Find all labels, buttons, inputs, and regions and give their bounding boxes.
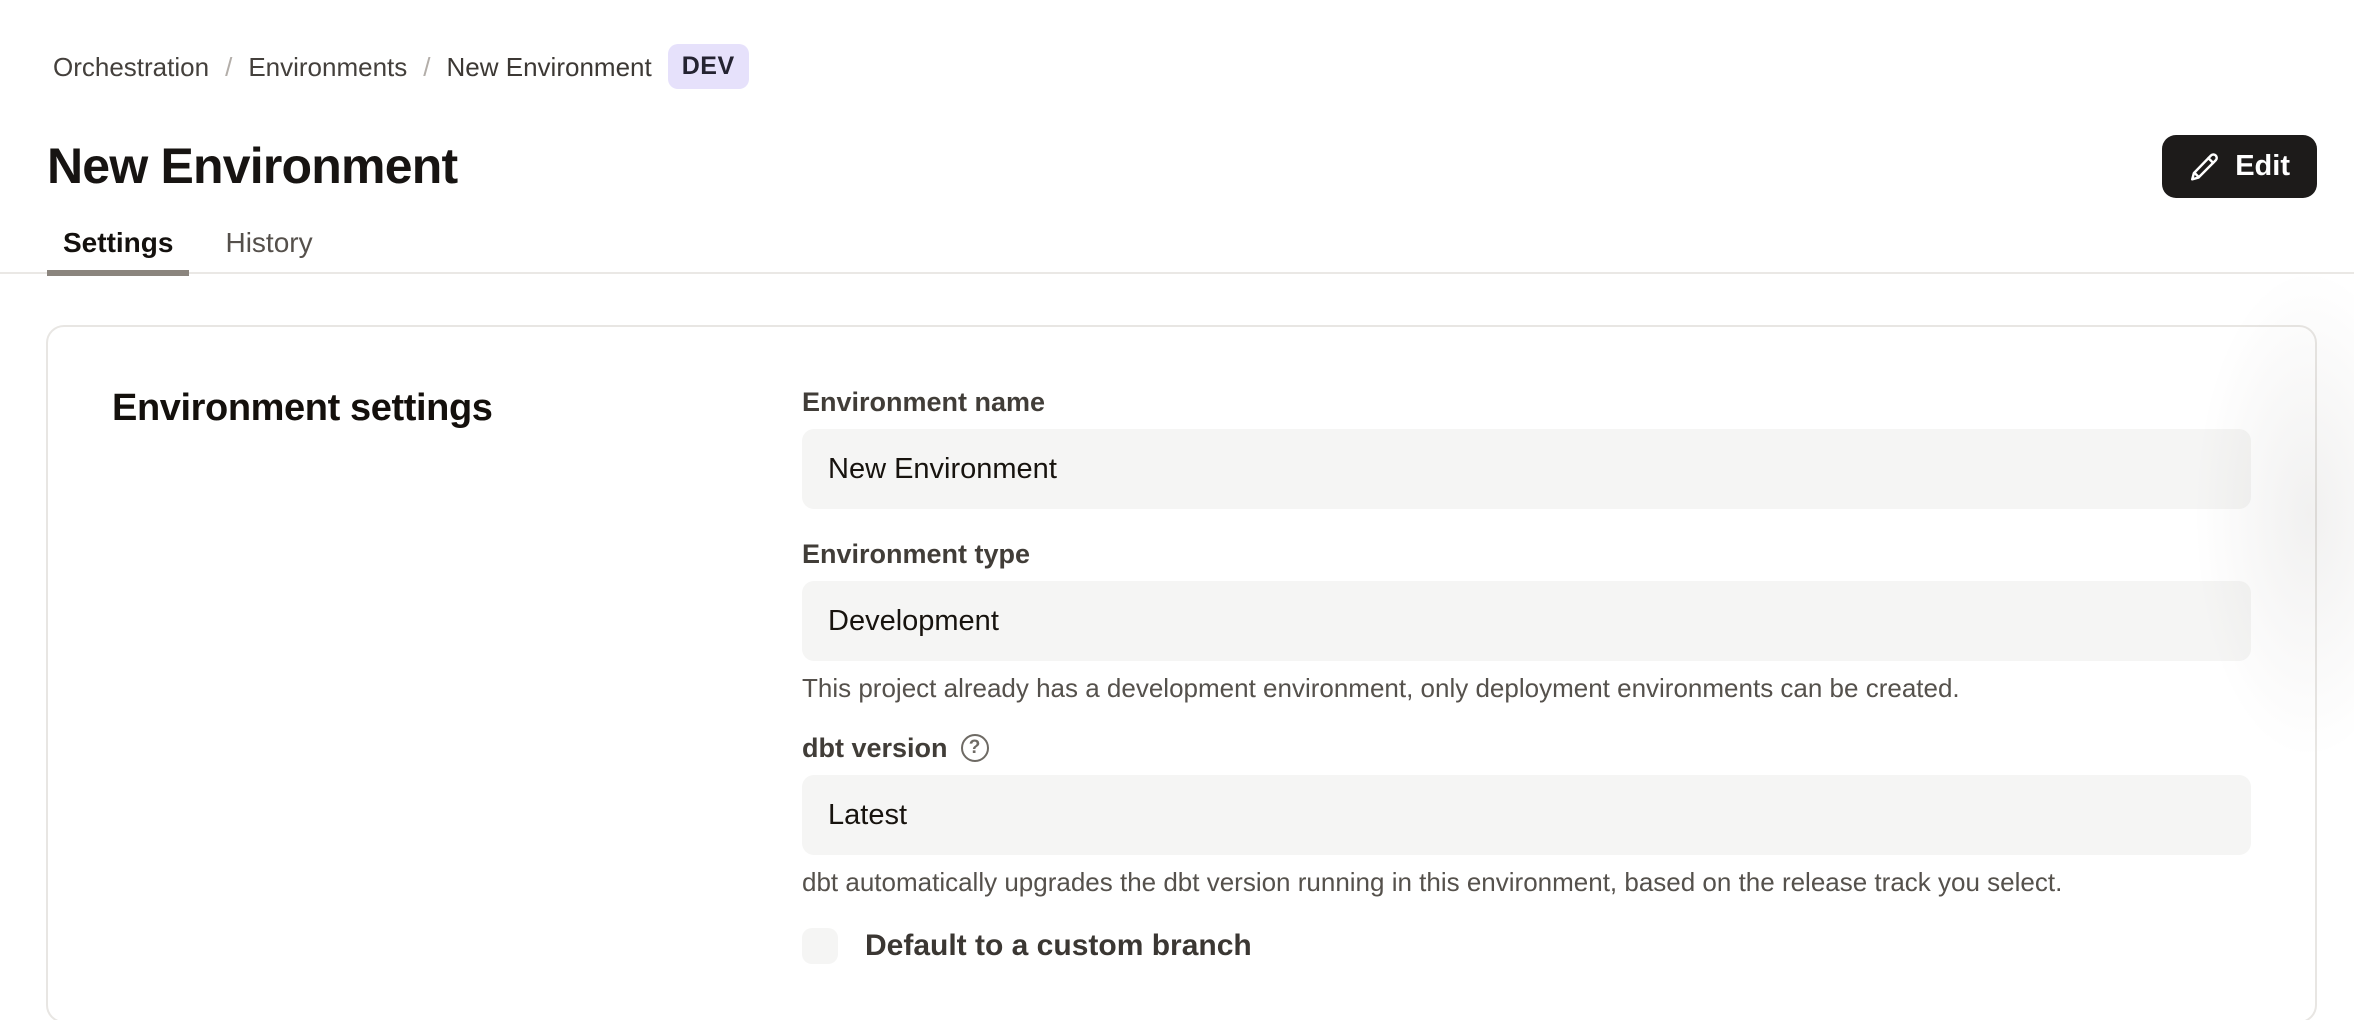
environment-name-label-text: Environment name <box>802 385 1045 419</box>
environment-settings-form: Environment name Environment type This p… <box>802 385 2251 965</box>
breadcrumb-current-page: New Environment <box>447 52 652 82</box>
tabs-divider <box>0 272 2354 274</box>
page-title: New Environment <box>47 135 457 198</box>
custom-branch-row: Default to a custom branch <box>802 927 2251 965</box>
breadcrumb-environments[interactable]: Environments <box>248 52 407 82</box>
environment-settings-card: Environment settings Environment name En… <box>46 325 2317 1020</box>
environment-type-helper: This project already has a development e… <box>802 673 2251 703</box>
environment-settings-page: Orchestration / Environments / New Envir… <box>0 44 2354 1020</box>
help-icon[interactable]: ? <box>961 734 989 762</box>
custom-branch-label: Default to a custom branch <box>865 927 1252 965</box>
environment-type-label-text: Environment type <box>802 537 1030 571</box>
field-environment-name: Environment name <box>802 385 2251 509</box>
field-environment-type: Environment type This project already ha… <box>802 537 2251 703</box>
environment-type-input[interactable] <box>802 581 2251 661</box>
field-dbt-version: dbt version ? dbt automatically upgrades… <box>802 731 2251 897</box>
custom-branch-checkbox[interactable] <box>802 928 838 964</box>
card-heading: Environment settings <box>112 385 802 431</box>
environment-type-badge: DEV <box>668 44 749 89</box>
pencil-icon <box>2189 151 2220 182</box>
breadcrumb-orchestration[interactable]: Orchestration <box>53 52 209 82</box>
dbt-version-helper: dbt automatically upgrades the dbt versi… <box>802 867 2251 897</box>
edit-button[interactable]: Edit <box>2162 135 2317 198</box>
breadcrumb-separator: / <box>225 52 232 82</box>
tab-history[interactable]: History <box>209 228 328 276</box>
dbt-version-label-text: dbt version <box>802 731 948 765</box>
card-left-column: Environment settings <box>112 385 802 965</box>
dbt-version-input[interactable] <box>802 775 2251 855</box>
environment-name-input[interactable] <box>802 429 2251 509</box>
environment-type-label: Environment type <box>802 537 2251 571</box>
breadcrumb: Orchestration / Environments / New Envir… <box>53 44 2317 89</box>
environment-name-label: Environment name <box>802 385 2251 419</box>
dbt-version-label: dbt version ? <box>802 731 2251 765</box>
breadcrumb-separator: / <box>423 52 430 82</box>
tab-bar: Settings History <box>47 228 2354 276</box>
tab-settings[interactable]: Settings <box>47 228 189 276</box>
edit-button-label: Edit <box>2235 150 2290 183</box>
page-header: New Environment Edit <box>47 135 2317 198</box>
